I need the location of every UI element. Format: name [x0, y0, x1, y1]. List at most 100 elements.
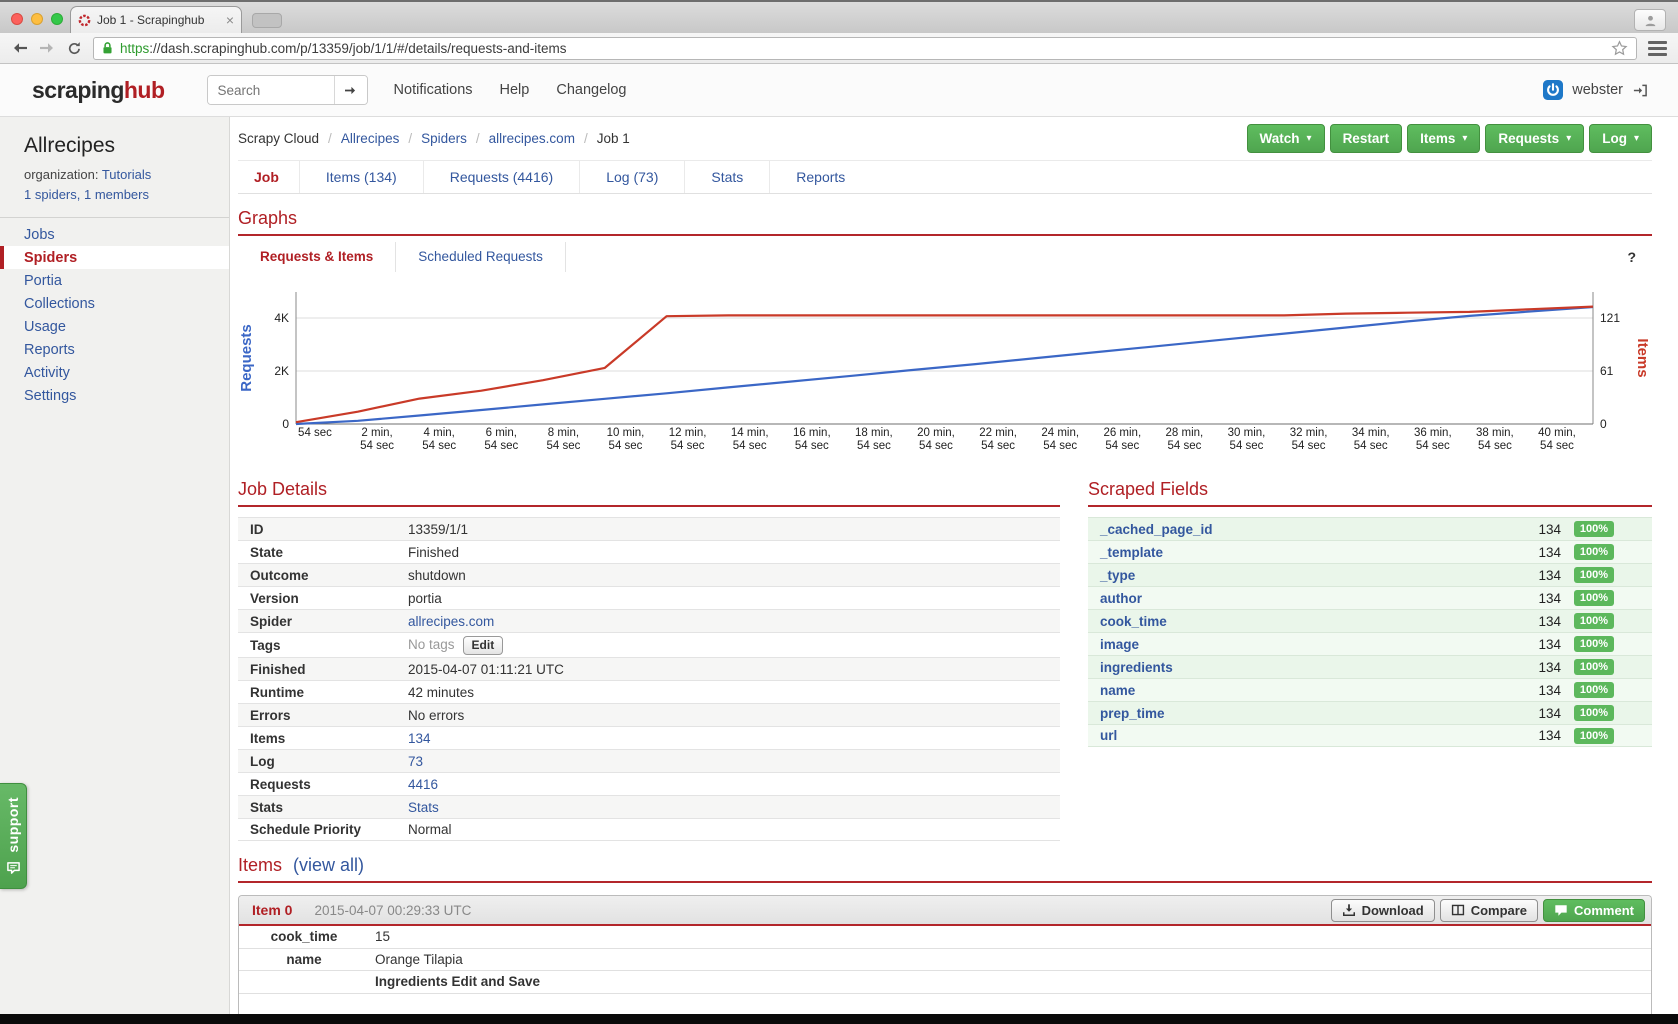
action-button-restart[interactable]: Restart	[1329, 124, 1403, 153]
organization-link[interactable]: Tutorials	[102, 167, 151, 182]
job-detail-value: 134	[408, 731, 1060, 746]
search-input[interactable]	[207, 76, 334, 104]
main-content: Scrapy Cloud / Allrecipes / Spiders / allrecip…	[230, 117, 1678, 1022]
field-link[interactable]: prep_time	[1088, 706, 1505, 721]
item-field-value: 15	[375, 929, 391, 945]
job-detail-label: Requests	[250, 776, 311, 792]
job-detail-value: allrecipes.com	[408, 614, 1060, 629]
edit-tags-button[interactable]: Edit	[462, 635, 504, 655]
right-axis-title: Items	[1634, 338, 1651, 377]
field-link[interactable]: _type	[1088, 568, 1505, 583]
compare-button[interactable]: Compare	[1439, 898, 1539, 922]
sidebar-item-reports[interactable]: Reports	[0, 338, 229, 361]
field-count: 134	[1538, 728, 1561, 743]
tab-requests-4416[interactable]: Requests (4416)	[422, 161, 580, 193]
project-meta-link[interactable]: 1 spiders, 1 members	[24, 187, 149, 202]
comment-button[interactable]: Comment	[1543, 898, 1645, 922]
x-tick-label: 24 min, 54 sec	[1041, 427, 1079, 452]
new-tab-button[interactable]	[252, 13, 282, 28]
download-button[interactable]: Download	[1330, 898, 1435, 922]
window-minimize-button[interactable]	[31, 13, 43, 25]
job-detail-row-finished: Finished 2015-04-07 01:11:21 UTC	[238, 657, 1060, 680]
breadcrumb-separator: /	[583, 131, 588, 146]
breadcrumb-allrecipes-com[interactable]: allrecipes.com	[489, 131, 575, 146]
browser-tab[interactable]: Job 1 - Scrapinghub ×	[70, 6, 242, 33]
right-tick-label: 0	[1600, 417, 1607, 431]
sidebar-item-spiders[interactable]: Spiders	[0, 246, 229, 269]
sidebar-item-settings[interactable]: Settings	[0, 384, 229, 407]
job-detail-link[interactable]: 134	[408, 731, 431, 746]
header-nav: Notifications Help Changelog	[394, 82, 627, 98]
window-close-button[interactable]	[11, 13, 23, 25]
tab-job[interactable]: Job	[238, 161, 299, 193]
action-button-watch[interactable]: Watch ▾	[1246, 124, 1325, 153]
browser-profile-button[interactable]	[1634, 9, 1666, 31]
field-link[interactable]: cook_time	[1088, 614, 1505, 629]
button-label: Compare	[1470, 902, 1528, 918]
logout-icon[interactable]	[1632, 83, 1648, 98]
tab-stats[interactable]: Stats	[684, 161, 769, 193]
field-link[interactable]: image	[1088, 637, 1505, 652]
view-all-link[interactable]: (view all)	[293, 855, 364, 875]
breadcrumb-spiders[interactable]: Spiders	[421, 131, 467, 146]
field-link[interactable]: _cached_page_id	[1088, 522, 1505, 537]
coverage-badge: 100%	[1574, 567, 1614, 583]
graphs-help-button[interactable]: ?	[1627, 249, 1636, 265]
item-field-row-name: name Orange Tilapia	[239, 949, 1651, 971]
reload-icon[interactable]	[67, 41, 82, 56]
graphs-title: Graphs	[238, 208, 298, 228]
graphs-title-rule	[238, 234, 1652, 236]
project-header: Allrecipes organization: Tutorials 1 spi…	[0, 117, 229, 218]
header-link-changelog[interactable]: Changelog	[556, 82, 626, 98]
forward-icon[interactable]	[39, 41, 56, 55]
job-detail-row-spider: Spider allrecipes.com	[238, 609, 1060, 632]
header-link-notifications[interactable]: Notifications	[394, 82, 473, 98]
back-icon[interactable]	[11, 41, 28, 55]
window-zoom-button[interactable]	[51, 13, 63, 25]
tab-items-134[interactable]: Items (134)	[298, 161, 423, 193]
caret-down-icon: ▾	[1566, 132, 1572, 144]
job-detail-link[interactable]: 4416	[408, 777, 438, 792]
job-detail-link[interactable]: Stats	[408, 800, 439, 815]
job-tabs: Job Items (134) Requests (4416) Log (73) Sta…	[238, 161, 1652, 194]
screen: Job 1 - Scrapinghub × https://dash.scrap…	[0, 0, 1678, 1024]
job-detail-value: 4416	[408, 777, 1060, 792]
field-link[interactable]: name	[1088, 683, 1505, 698]
job-detail-label: Tags	[250, 637, 281, 653]
graph-tab-requests-items[interactable]: Requests & Items	[238, 242, 397, 272]
field-link[interactable]: url	[1088, 728, 1505, 743]
scrapinghub-logo[interactable]: scrapinghub	[32, 77, 165, 104]
tab-reports[interactable]: Reports	[769, 161, 871, 193]
field-count: 134	[1538, 659, 1561, 675]
graph-tab-scheduled-requests[interactable]: Scheduled Requests	[396, 242, 566, 272]
item-panel-header: Item 0 2015-04-07 00:29:33 UTC Download C…	[239, 896, 1651, 926]
sidebar-item-collections[interactable]: Collections	[0, 292, 229, 315]
header-link-help[interactable]: Help	[500, 82, 530, 98]
sidebar-item-jobs[interactable]: Jobs	[0, 223, 229, 246]
username[interactable]: webster	[1572, 82, 1623, 98]
support-tab[interactable]: support	[0, 783, 27, 889]
action-button-log[interactable]: Log ▾	[1589, 124, 1652, 153]
tab-log-73[interactable]: Log (73)	[579, 161, 684, 193]
field-link[interactable]: author	[1088, 591, 1505, 606]
job-detail-value: 42 minutes	[408, 684, 475, 700]
project-organization: organization: Tutorials	[24, 165, 205, 185]
action-button-items[interactable]: Items ▾	[1407, 124, 1481, 153]
logo-text-red: hub	[123, 76, 165, 103]
bookmark-star-icon[interactable]	[1611, 39, 1628, 57]
browser-menu-icon[interactable]	[1648, 40, 1667, 56]
field-link[interactable]: ingredients	[1088, 660, 1505, 675]
action-button-requests[interactable]: Requests ▾	[1485, 124, 1585, 153]
sidebar-item-usage[interactable]: Usage	[0, 315, 229, 338]
job-details-rule	[238, 505, 1060, 507]
job-detail-link[interactable]: allrecipes.com	[408, 614, 494, 629]
sidebar-item-activity[interactable]: Activity	[0, 361, 229, 384]
field-link[interactable]: _template	[1088, 545, 1505, 560]
tab-title: Job 1 - Scrapinghub	[97, 13, 205, 27]
tab-close-icon[interactable]: ×	[226, 13, 234, 27]
sidebar-item-portia[interactable]: Portia	[0, 269, 229, 292]
search-submit-button[interactable]	[333, 76, 367, 104]
url-bar[interactable]: https://dash.scrapinghub.com/p/13359/job…	[93, 36, 1637, 60]
job-detail-link[interactable]: 73	[408, 754, 423, 769]
breadcrumb-allrecipes[interactable]: Allrecipes	[341, 131, 400, 146]
